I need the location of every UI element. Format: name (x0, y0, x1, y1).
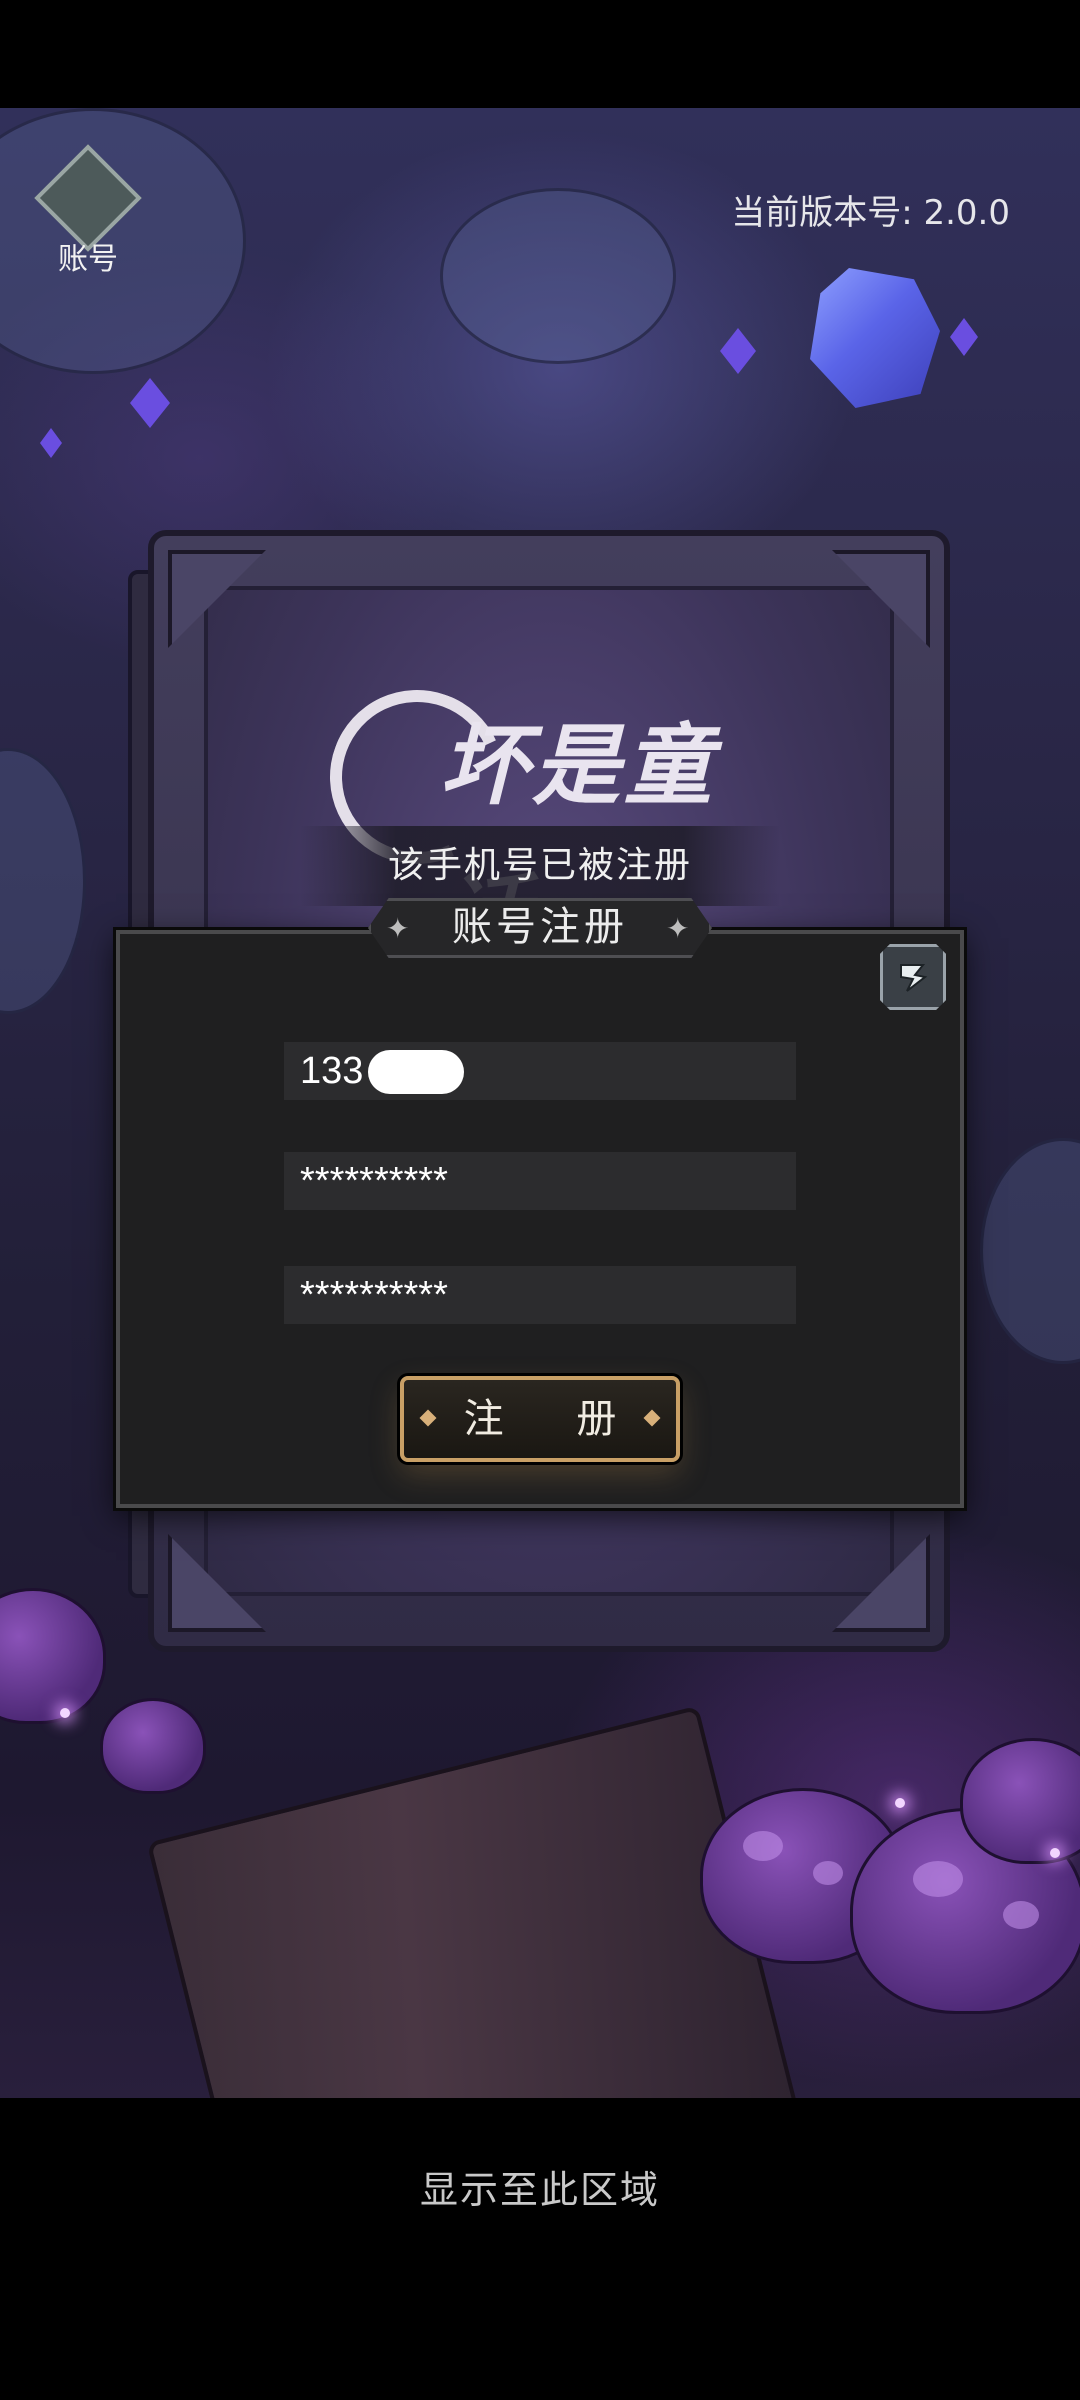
register-button[interactable]: 注 册 (400, 1376, 680, 1462)
redaction-mask (368, 1050, 464, 1094)
phone-input[interactable]: 133 4681 (284, 1042, 796, 1100)
crystal-shard (40, 428, 62, 458)
mushroom (960, 1738, 1080, 1864)
mushroom (0, 1588, 106, 1724)
dialog-title: 账号注册 (452, 904, 628, 950)
account-button[interactable]: 账号 (34, 144, 142, 277)
app-screen: 坏是童话 账号 当前版本号: 2.0.0 该手机号已被注册 ✦ ✦ 账号注册 1… (0, 0, 1080, 2400)
sparkle-icon: ✦ (666, 912, 690, 945)
firefly-glow (895, 1798, 905, 1808)
background-rock (440, 188, 676, 364)
firefly-glow (60, 1708, 70, 1718)
background-rock (0, 748, 86, 1014)
account-label: 账号 (58, 242, 118, 277)
firefly-glow (1050, 1848, 1060, 1858)
password-input[interactable]: ********** (284, 1152, 796, 1210)
crystal-shard (720, 328, 756, 374)
game-logo: 坏是童话 (440, 713, 717, 967)
display-area-hint: 显示至此区域 (419, 2168, 660, 2212)
back-arrow-icon (900, 964, 928, 992)
version-label: 当前版本号: 2.0.0 (731, 193, 1010, 233)
confirm-password-input[interactable]: ********** (284, 1266, 796, 1324)
toast-message: 该手机号已被注册 (300, 826, 780, 906)
mushroom (100, 1698, 206, 1794)
crystal-shard (130, 378, 170, 428)
sparkle-icon: ✦ (386, 912, 410, 945)
glowing-crystal (810, 268, 940, 408)
background-rock (980, 1138, 1080, 1364)
crystal-shard (950, 318, 978, 356)
back-button[interactable] (880, 944, 946, 1010)
